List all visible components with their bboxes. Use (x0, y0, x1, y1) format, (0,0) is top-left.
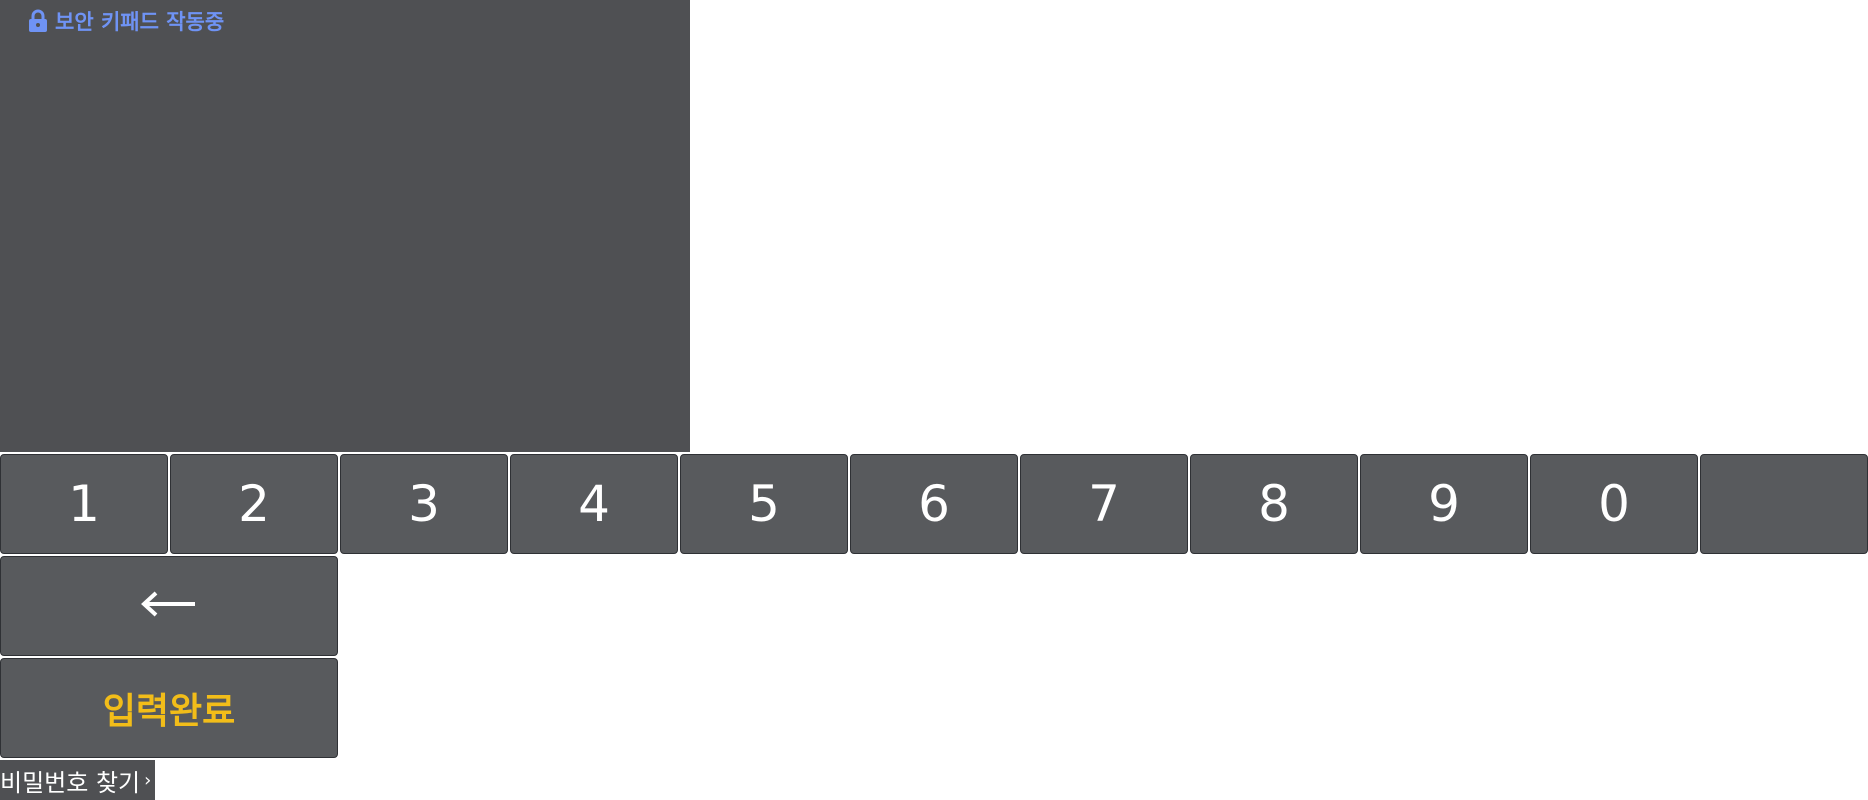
key-blank[interactable] (1700, 454, 1868, 554)
keypad-header: 보안 키패드 작동중 (0, 0, 690, 452)
key-1[interactable]: 1 (0, 454, 168, 554)
key-3[interactable]: 3 (340, 454, 508, 554)
secure-keypad-status: 보안 키패드 작동중 (28, 6, 224, 36)
key-5[interactable]: 5 (680, 454, 848, 554)
key-9[interactable]: 9 (1360, 454, 1528, 554)
key-7[interactable]: 7 (1020, 454, 1188, 554)
input-complete-button[interactable]: 입력완료 (0, 658, 338, 758)
backspace-button[interactable] (0, 556, 338, 656)
find-password-label: 비밀번호 찾기 (0, 768, 141, 797)
key-8[interactable]: 8 (1190, 454, 1358, 554)
secure-keypad-label: 보안 키패드 작동중 (55, 10, 225, 34)
key-0[interactable]: 0 (1530, 454, 1698, 554)
key-4[interactable]: 4 (510, 454, 678, 554)
find-password-link[interactable]: 비밀번호 찾기 › (0, 760, 156, 800)
chevron-right-icon: › (144, 769, 152, 791)
lock-icon (28, 9, 48, 33)
secure-keypad-screen: 보안 키패드 작동중 1 2 3 4 5 6 7 8 9 0 입력완료 비밀번호… (0, 0, 1868, 800)
left-arrow-icon (140, 591, 198, 621)
key-2[interactable]: 2 (170, 454, 338, 554)
key-6[interactable]: 6 (850, 454, 1018, 554)
